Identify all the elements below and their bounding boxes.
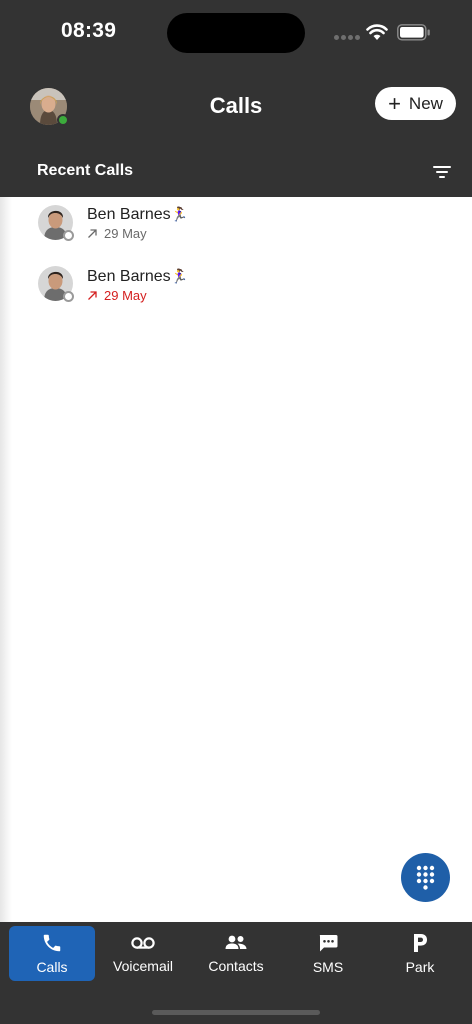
voicemail-icon: [131, 937, 155, 949]
battery-icon: [397, 24, 430, 41]
tab-park[interactable]: Park: [377, 926, 463, 981]
outgoing-call-arrow-icon: [88, 229, 97, 238]
contact-avatar: [38, 266, 74, 302]
tab-label: Calls: [36, 959, 68, 975]
tab-label: Voicemail: [113, 958, 173, 974]
tab-label: SMS: [312, 959, 344, 975]
tab-contacts[interactable]: Contacts: [193, 926, 279, 981]
wifi-icon: [366, 24, 388, 40]
contact-avatar: [38, 205, 74, 241]
status-emoji: 🏃‍♀️: [170, 268, 189, 284]
presence-offline-indicator: [63, 230, 74, 241]
dialpad-button[interactable]: [401, 853, 450, 902]
filter-icon[interactable]: [432, 164, 452, 180]
park-icon: [414, 934, 427, 952]
tab-voicemail[interactable]: Voicemail: [100, 926, 186, 981]
status-time: 08:39: [61, 19, 117, 42]
phone-icon: [43, 934, 61, 952]
plus-icon: +: [388, 90, 401, 116]
tab-label: Park: [405, 959, 435, 975]
presence-offline-indicator: [63, 291, 74, 302]
call-list-item[interactable]: Ben Barnes🏃‍♀️ 29 May: [0, 262, 472, 320]
status-emoji: 🏃‍♀️: [170, 206, 189, 222]
call-date: 29 May: [104, 226, 147, 241]
new-button-label: New: [408, 93, 443, 113]
bottom-tab-bar: Calls Voicemail Contacts SMS Park: [0, 922, 472, 1024]
dialpad-icon: [416, 865, 435, 890]
tab-calls[interactable]: Calls: [9, 926, 95, 981]
call-date: 29 May: [104, 288, 147, 303]
tab-sms[interactable]: SMS: [285, 926, 371, 981]
contact-name-line: Ben Barnes🏃‍♀️: [87, 206, 188, 224]
call-meta: 29 May: [87, 288, 147, 303]
contact-name: Ben Barnes: [87, 206, 171, 223]
contact-name-line: Ben Barnes🏃‍♀️: [87, 268, 188, 286]
cellular-signal-icon: [334, 35, 360, 40]
call-meta: 29 May: [87, 226, 147, 241]
missed-outgoing-call-arrow-icon: [88, 291, 97, 300]
section-title-recent-calls: Recent Calls: [37, 162, 134, 179]
new-call-button[interactable]: + New: [375, 87, 456, 120]
tab-label: Contacts: [208, 958, 264, 974]
home-indicator[interactable]: [152, 1010, 320, 1015]
contact-name: Ben Barnes: [87, 268, 171, 285]
status-bar: 08:39: [0, 0, 472, 64]
contacts-icon: [225, 935, 247, 949]
call-list-item[interactable]: Ben Barnes🏃‍♀️ 29 May: [0, 200, 472, 258]
dynamic-island: [167, 13, 305, 53]
sms-icon: [319, 935, 338, 952]
